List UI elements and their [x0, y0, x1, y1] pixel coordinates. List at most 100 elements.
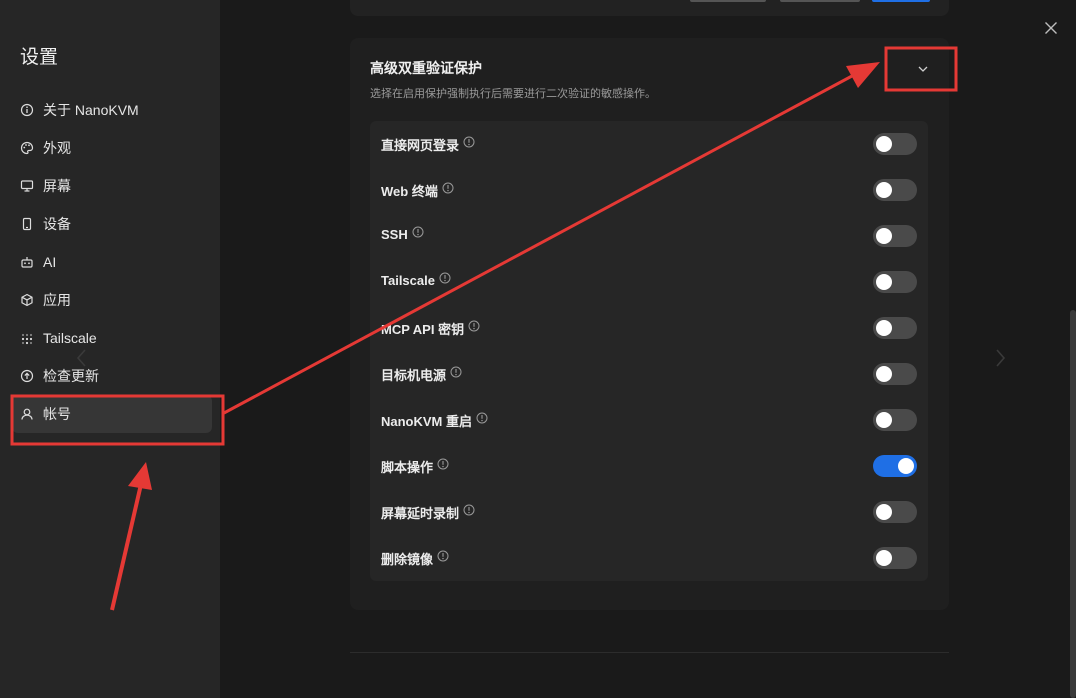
toggle-switch[interactable]: [873, 179, 917, 201]
toggle-knob: [876, 320, 892, 336]
toggle-switch[interactable]: [873, 271, 917, 293]
row-label-wrap: SSH: [381, 226, 424, 242]
toggle-switch[interactable]: [873, 317, 917, 339]
sidebar-item-label: 应用: [43, 292, 71, 308]
sidebar-item-label: 外观: [43, 140, 71, 156]
sidebar-item-label: AI: [43, 254, 57, 270]
toggle-knob: [876, 550, 892, 566]
previous-section-button[interactable]: [690, 0, 766, 2]
row-label: 脚本操作: [381, 460, 434, 475]
toggle-knob: [876, 412, 892, 428]
row-label: 目标机电源: [381, 368, 447, 383]
sidebar-item-update[interactable]: 检查更新: [12, 357, 212, 395]
toggle-switch[interactable]: [873, 225, 917, 247]
package-icon: [20, 293, 34, 307]
previous-section-button[interactable]: [780, 0, 860, 2]
toggle-knob: [876, 366, 892, 382]
row-label: SSH: [381, 227, 408, 242]
settings-sidebar: 设置 关于 NanoKVM 外观 屏幕 设备 AI 应用 Tailscale 检…: [0, 0, 220, 698]
previous-section-card: [350, 0, 949, 16]
info-icon[interactable]: [450, 366, 462, 378]
sidebar-item-appearance[interactable]: 外观: [12, 129, 212, 167]
settings-row: NanoKVM 重启: [370, 397, 928, 443]
section-description: 选择在启用保护强制执行后需要进行二次验证的敏感操作。: [370, 88, 656, 100]
sidebar-item-device[interactable]: 设备: [12, 205, 212, 243]
settings-row: Tailscale: [370, 259, 928, 305]
row-label-wrap: 目标机电源: [381, 365, 462, 384]
info-icon[interactable]: [439, 272, 451, 284]
toggle-switch[interactable]: [873, 547, 917, 569]
settings-row: Web 终端: [370, 167, 928, 213]
row-label: 屏幕延时录制: [381, 506, 460, 521]
sidebar-title: 设置: [20, 47, 59, 68]
sidebar-item-screen[interactable]: 屏幕: [12, 167, 212, 205]
robot-icon: [20, 255, 34, 269]
sidebar-item-label: 关于 NanoKVM: [43, 102, 139, 118]
divider: [350, 652, 949, 653]
row-label-wrap: NanoKVM 重启: [381, 411, 488, 430]
sidebar-item-label: 帐号: [43, 406, 71, 422]
toggle-knob: [898, 458, 914, 474]
row-label: NanoKVM 重启: [381, 414, 473, 429]
row-label: Web 终端: [381, 184, 438, 199]
toggle-knob: [876, 274, 892, 290]
tailscale-icon: [20, 331, 34, 345]
info-icon[interactable]: [468, 320, 480, 332]
toggle-switch[interactable]: [873, 455, 917, 477]
settings-row: 直接网页登录: [370, 121, 928, 167]
sidebar-item-account[interactable]: 帐号: [12, 395, 212, 433]
carousel-next-icon: [993, 348, 1007, 368]
settings-row: 屏幕延时录制: [370, 489, 928, 535]
info-icon: [20, 103, 34, 117]
row-label-wrap: 直接网页登录: [381, 135, 475, 154]
toggle-switch[interactable]: [873, 363, 917, 385]
sidebar-item-apps[interactable]: 应用: [12, 281, 212, 319]
info-icon[interactable]: [412, 226, 424, 238]
sidebar-item-tailscale[interactable]: Tailscale: [12, 319, 212, 357]
monitor-icon: [20, 179, 34, 193]
row-label-wrap: Web 终端: [381, 181, 454, 200]
previous-section-primary-button[interactable]: [872, 0, 930, 2]
close-button[interactable]: [1040, 17, 1062, 39]
row-label-wrap: Tailscale: [381, 272, 451, 288]
row-label-wrap: 删除镜像: [381, 549, 449, 568]
settings-row: 脚本操作: [370, 443, 928, 489]
operation-list: 直接网页登录 Web 终端 SSH Tailscale MCP API 密钥 目标机电源 N…: [370, 121, 928, 581]
settings-row: 删除镜像: [370, 535, 928, 581]
row-label-wrap: 脚本操作: [381, 457, 449, 476]
scrollbar[interactable]: [1070, 310, 1076, 698]
info-icon[interactable]: [476, 412, 488, 424]
info-icon[interactable]: [463, 504, 475, 516]
settings-row: SSH: [370, 213, 928, 259]
row-label: Tailscale: [381, 273, 435, 288]
update-icon: [20, 369, 34, 383]
user-icon: [20, 407, 34, 421]
row-label-wrap: MCP API 密钥: [381, 319, 480, 338]
toggle-knob: [876, 182, 892, 198]
info-icon[interactable]: [463, 136, 475, 148]
row-label: MCP API 密钥: [381, 322, 465, 337]
palette-icon: [20, 141, 34, 155]
settings-row: 目标机电源: [370, 351, 928, 397]
sidebar-item-about[interactable]: 关于 NanoKVM: [12, 91, 212, 129]
toggle-switch[interactable]: [873, 133, 917, 155]
section-title: 高级双重验证保护: [370, 60, 482, 76]
sidebar-item-label: 屏幕: [43, 178, 71, 194]
toggle-switch[interactable]: [873, 501, 917, 523]
sidebar-item-label: Tailscale: [43, 330, 97, 346]
device-icon: [20, 217, 34, 231]
info-icon[interactable]: [437, 458, 449, 470]
info-icon[interactable]: [437, 550, 449, 562]
row-label: 直接网页登录: [381, 138, 460, 153]
sidebar-item-label: 检查更新: [43, 368, 99, 384]
info-icon[interactable]: [442, 182, 454, 194]
settings-row: MCP API 密钥: [370, 305, 928, 351]
toggle-switch[interactable]: [873, 409, 917, 431]
chevron-down-icon: [918, 66, 928, 72]
toggle-knob: [876, 228, 892, 244]
carousel-prev-icon: [75, 348, 89, 368]
sidebar-item-label: 设备: [43, 216, 71, 232]
collapse-button[interactable]: [900, 56, 946, 82]
sidebar-item-ai[interactable]: AI: [12, 243, 212, 281]
toggle-knob: [876, 136, 892, 152]
